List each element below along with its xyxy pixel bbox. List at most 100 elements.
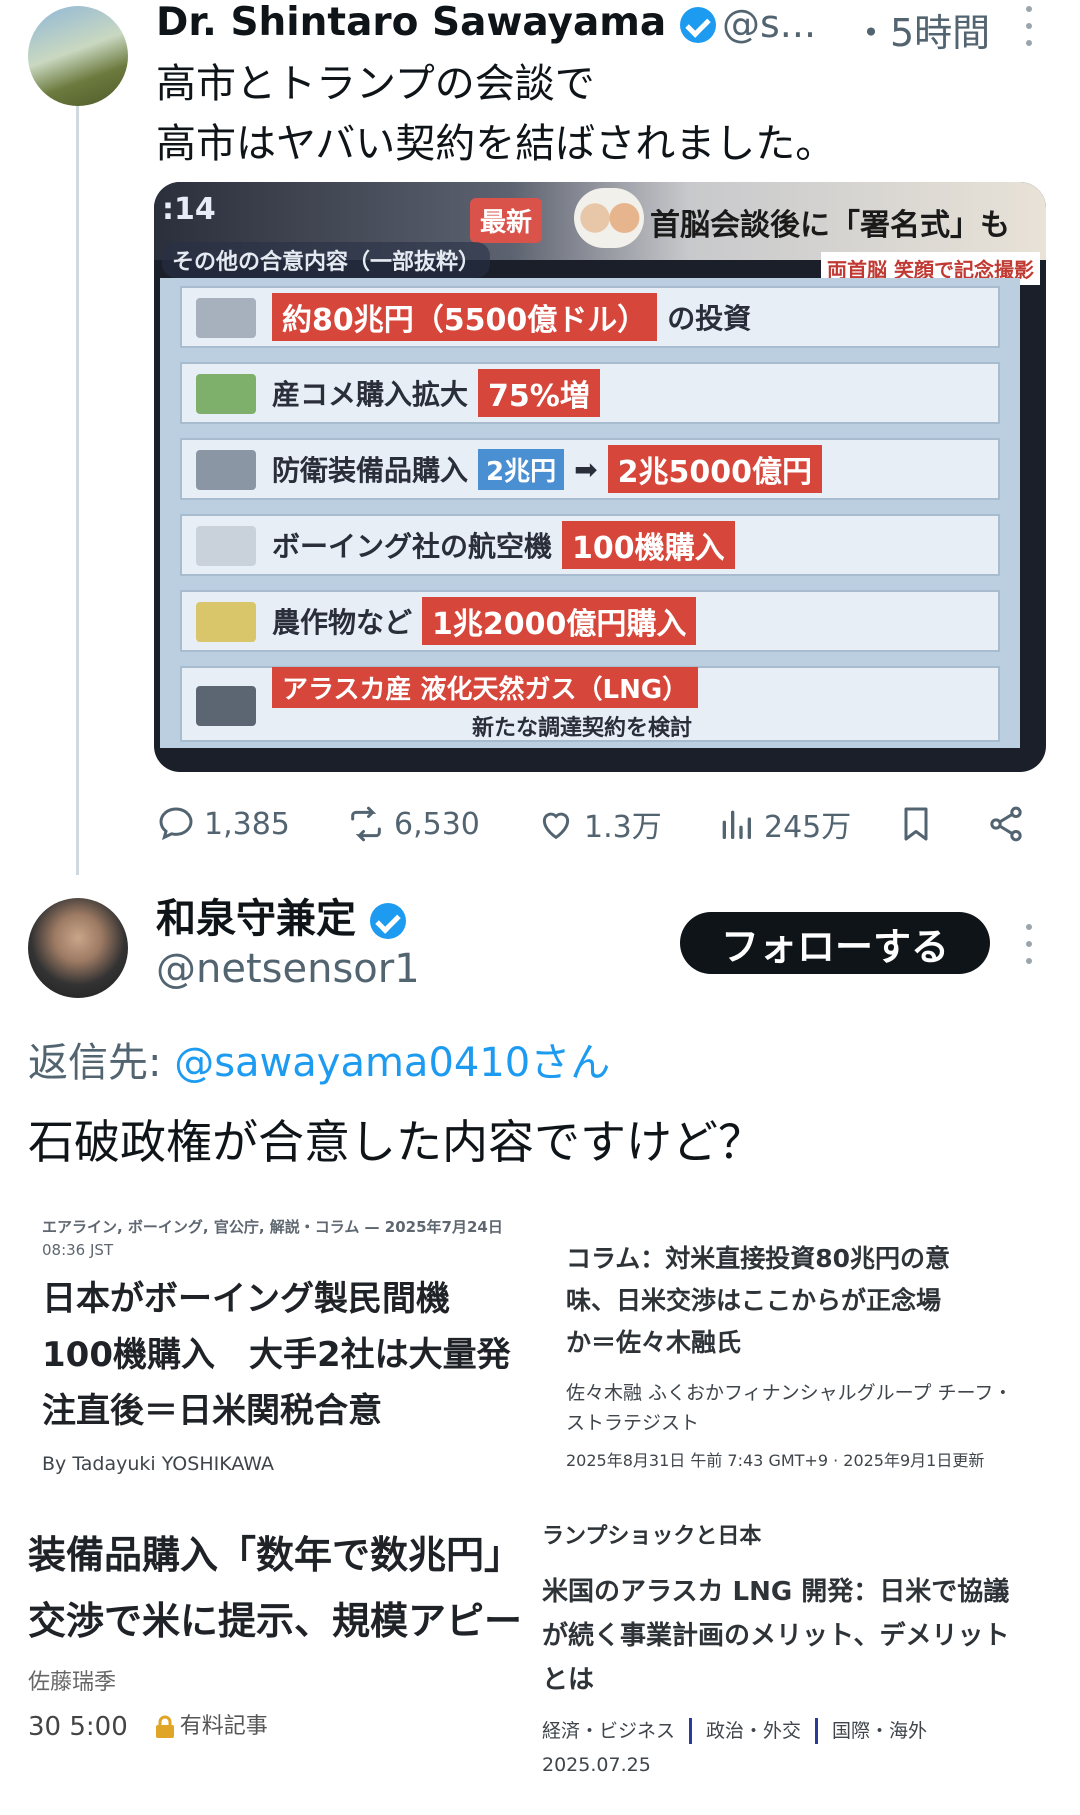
repost-count: 6,530 — [394, 806, 480, 842]
article-tag: 国際・海外 — [832, 1720, 928, 1742]
airplane-icon — [196, 526, 256, 566]
article-byline: By Tadayuki YOSHIKAWA — [42, 1453, 275, 1475]
more-options-icon[interactable] — [1024, 6, 1034, 46]
tv-agreement-board: 約80兆円（5500億ドル） の投資 産コメ購入拡大 75%増 防衛装備品購入 … — [160, 278, 1020, 748]
article-headline-line: 日本がボーイング製民間機 — [42, 1279, 450, 1319]
article-headline-line: 味、日米交渉はここからが正念場 — [566, 1286, 942, 1315]
paywall-badge: 有料記事 — [154, 1712, 268, 1742]
row-highlight: 2兆5000億円 — [607, 445, 822, 493]
user-handle[interactable]: @s... — [722, 2, 816, 46]
row-text: の投資 — [667, 302, 752, 335]
crops-icon — [196, 602, 256, 642]
row-text: ボーイング社の航空機 — [272, 530, 553, 563]
tweet-action-bar: 1,385 6,530 1.3万 245万 — [156, 798, 1046, 850]
like-button[interactable]: 1.3万 — [536, 802, 662, 846]
article-headline-line: が続く事業計画のメリット、デメリット — [542, 1621, 1010, 1651]
article-card: エアライン, ボーイング, 官公庁, 解説・コラム — 2025年7月24日 0… — [28, 1206, 538, 1496]
article-author-line: ストラテジスト — [566, 1412, 700, 1434]
share-button[interactable] — [986, 804, 1026, 844]
article-date: 2025.07.25 — [542, 1754, 651, 1776]
row-text: 新たな調達契約を検討 — [472, 715, 693, 741]
display-name[interactable]: 和泉守兼定 — [156, 886, 406, 944]
views-button[interactable]: 245万 — [716, 802, 851, 846]
bookmark-icon — [904, 807, 928, 841]
article-date: 2025年8月31日 午前 7:43 GMT+9 · 2025年9月1日更新 — [566, 1451, 985, 1470]
reply-button[interactable]: 1,385 — [156, 804, 290, 844]
heart-icon — [542, 812, 570, 840]
article-card: コラム：対米直接投資80兆円の意 味、日米交渉はここからが正念場 か＝佐々木融氏… — [542, 1222, 1052, 1498]
article-author: 佐藤瑞季 — [28, 1670, 117, 1695]
rice-bag-icon — [196, 374, 256, 414]
row-text: 農作物など — [272, 606, 413, 639]
verified-badge-icon — [369, 903, 406, 939]
row-highlight: 1兆2000億円購入 — [422, 597, 697, 645]
row-highlight: 100機購入 — [562, 521, 735, 569]
post-time[interactable]: ・5時間 — [852, 2, 990, 57]
tv-board-label: その他の合意内容（一部抜粋） — [162, 242, 491, 278]
avatar[interactable] — [28, 6, 128, 106]
money-icon — [196, 298, 256, 338]
article-headline-line: 交渉で米に提示、規模アピー — [28, 1599, 523, 1643]
tweet-media-image[interactable]: :14 最新 首脳会談後に「署名式」も その他の合意内容（一部抜粋） 両首脳 笑… — [154, 182, 1046, 772]
agreement-row: 産コメ購入拡大 75%増 — [180, 362, 1000, 424]
warship-icon — [196, 450, 256, 490]
reply-icon — [159, 807, 193, 841]
display-name-text: Dr. Shintaro Sawayama — [156, 0, 667, 45]
article-headline-line: か＝佐々木融氏 — [566, 1328, 742, 1357]
lock-icon — [155, 1715, 174, 1738]
article-headline-line: コラム：対米直接投資80兆円の意 — [566, 1244, 951, 1273]
display-name[interactable]: Dr. Shintaro Sawayama — [156, 0, 716, 45]
like-count: 1.3万 — [584, 810, 662, 845]
article-tag: 政治・外交 — [706, 1720, 802, 1742]
tweet-text-line: 高市とトランプの会談で — [156, 61, 595, 107]
bookmark-button[interactable] — [896, 804, 936, 844]
row-highlight: 約80兆円（5500億ドル） — [272, 293, 658, 341]
display-name-text: 和泉守兼定 — [156, 896, 356, 942]
view-count: 245万 — [764, 810, 852, 845]
reply-to-line: 返信先: @sawayama0410さん — [28, 1030, 610, 1088]
agreement-row: アラスカ産 液化天然ガス（LNG） 新たな調達契約を検討 — [180, 666, 1000, 742]
row-text: 産コメ購入拡大 — [272, 378, 469, 411]
tv-headline: 首脳会談後に「署名式」も — [650, 208, 1010, 243]
row-highlight: 75%増 — [478, 369, 600, 417]
repost-button[interactable]: 6,530 — [346, 804, 480, 844]
article-card: 装備品購入「数年で数兆円」 交渉で米に提示、規模アピー 佐藤瑞季 30 5:00… — [28, 1510, 538, 1800]
row-highlight: アラスカ産 液化天然ガス（LNG） — [272, 666, 699, 708]
agreement-row: 約80兆円（5500億ドル） の投資 — [180, 286, 1000, 348]
agreement-row: 防衛装備品購入 2兆円 ➡ 2兆5000億円 — [180, 438, 1000, 500]
row-before-value: 2兆円 — [478, 448, 565, 490]
article-time: 30 5:00 — [28, 1712, 128, 1742]
user-handle[interactable]: @netsensor1 — [156, 946, 420, 992]
agreement-row: 農作物など 1兆2000億円購入 — [180, 590, 1000, 652]
tv-clock: :14 — [162, 192, 216, 227]
repost-icon — [351, 806, 381, 842]
paywall-label: 有料記事 — [179, 1714, 268, 1739]
reply-to-prefix: 返信先: — [28, 1040, 175, 1086]
article-tags: 経済・ビジネス 政治・外交 国際・海外 — [542, 1716, 1052, 1746]
article-series-label: ランプショックと日本 — [542, 1524, 762, 1549]
share-icon — [990, 806, 1022, 842]
more-options-icon[interactable] — [1024, 924, 1034, 964]
reply-tweet-text: 石破政権が合意した内容ですけど？ — [28, 1115, 764, 1169]
views-chart-icon — [722, 810, 751, 839]
verified-badge-icon — [679, 6, 716, 43]
article-tag: 経済・ビジネス — [542, 1720, 676, 1742]
tag-divider — [815, 1718, 819, 1744]
tv-newest-badge: 最新 — [470, 198, 543, 243]
article-category: エアライン, ボーイング, 官公庁, 解説・コラム — 2025年7月24日 — [42, 1218, 503, 1236]
follow-button[interactable]: フォローする — [680, 912, 990, 974]
article-time: 08:36 JST — [42, 1241, 114, 1259]
article-headline-line: 注直後＝日米関税合意 — [42, 1391, 382, 1431]
reply-mention-link[interactable]: @sawayama0410さん — [174, 1040, 610, 1086]
article-headline-line: とは — [542, 1665, 595, 1695]
reply-count: 1,385 — [204, 806, 290, 842]
agreement-row: ボーイング社の航空機 100機購入 — [180, 514, 1000, 576]
article-card: ランプショックと日本 米国のアラスカ LNG 開発：日米で協議 が続く事業計画の… — [542, 1510, 1052, 1800]
article-headline-line: 米国のアラスカ LNG 開発：日米で協議 — [542, 1577, 1010, 1607]
row-text: 防衛装備品購入 — [272, 454, 469, 487]
avatar[interactable] — [28, 898, 128, 998]
tweet-text-line: 高市はヤバい契約を結ばされました。 — [156, 121, 836, 167]
lng-tanker-icon — [196, 686, 256, 726]
leaders-photo-icon — [574, 188, 644, 248]
tweet-text: 高市とトランプの会談で 高市はヤバい契約を結ばされました。 — [156, 54, 1056, 174]
